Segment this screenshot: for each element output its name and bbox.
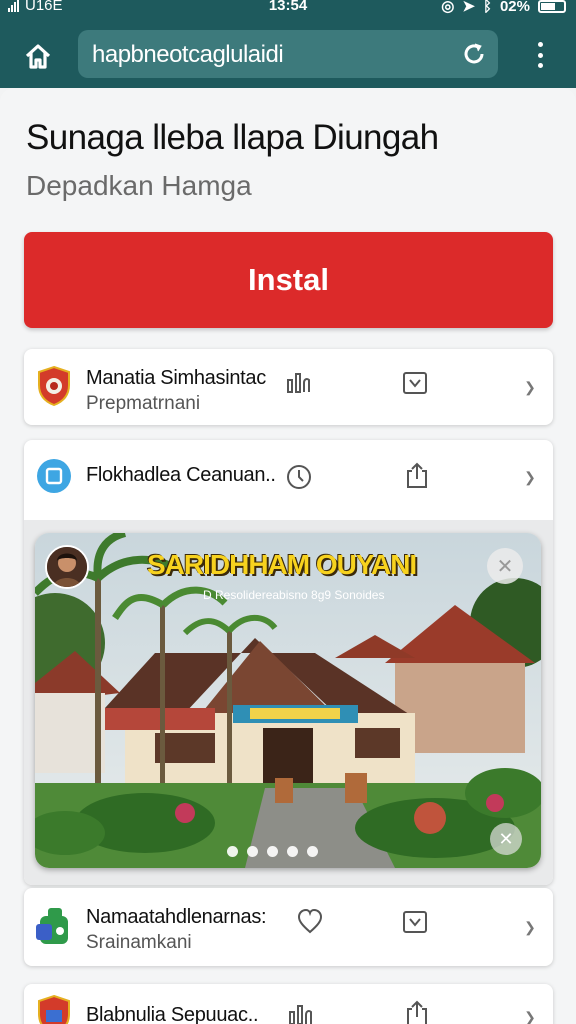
app-shield-icon — [36, 994, 72, 1024]
download-icon[interactable] — [400, 906, 430, 936]
chevron-right-icon[interactable]: ❯ — [523, 919, 537, 935]
share-icon[interactable] — [402, 998, 432, 1024]
chevron-right-icon[interactable]: ❯ — [523, 1009, 537, 1024]
banner-title: SARIDHHAM OUYANI — [147, 549, 417, 580]
url-text: hapbneotcaglulaidi — [92, 41, 284, 68]
promo-banner[interactable]: SARIDHHAM OUYANI D Resolidereabisno 8g9 … — [35, 533, 541, 868]
share-icon[interactable] — [402, 460, 432, 490]
page-title: Sunaga lleba llapa Diungah — [26, 118, 439, 157]
install-button[interactable]: Instal — [24, 232, 553, 328]
rating-icon[interactable] — [284, 367, 314, 397]
address-bar[interactable]: hapbneotcaglulaidi — [78, 30, 498, 78]
page-subtitle: Depadkan Hamga — [26, 170, 252, 201]
home-icon[interactable] — [18, 36, 58, 76]
avatar — [45, 545, 89, 589]
chevron-right-icon[interactable]: ❯ — [523, 379, 537, 395]
battery-icon — [538, 0, 566, 13]
app-name: Namaatahdlenarnas: — [86, 906, 267, 928]
reload-icon[interactable] — [458, 38, 490, 70]
close-icon[interactable]: ✕ — [487, 548, 523, 584]
chevron-right-icon[interactable]: ❯ — [523, 469, 537, 485]
overflow-menu-icon[interactable] — [524, 38, 556, 72]
app-list-item[interactable]: Namaatahdlenarnas: Srainamkani ❯ — [24, 888, 553, 966]
app-subtitle: Prepmatrnani — [86, 393, 201, 414]
banner-image — [35, 533, 541, 868]
download-icon[interactable] — [400, 367, 430, 397]
carousel-dot[interactable] — [227, 846, 238, 857]
favorite-icon[interactable] — [295, 906, 325, 936]
banner-subtitle: D Resolidereabisno 8g9 Sonoides — [203, 588, 385, 602]
carousel-dot[interactable] — [287, 846, 298, 857]
battery-percent: 02% — [499, 0, 530, 15]
app-list-item[interactable]: Blabnulia Sepuuac.. ❯ — [24, 984, 553, 1024]
app-square-icon — [36, 456, 72, 496]
app-list-item[interactable]: Manatia Simhasintac Prepmatrnani ❯ — [24, 349, 553, 425]
status-bar: U16E 13:54 ◎ ➤ ᛒ 02% — [0, 0, 576, 20]
carousel-dot[interactable] — [267, 846, 278, 857]
app-shield-icon — [36, 365, 72, 407]
carousel-dot[interactable] — [247, 846, 258, 857]
app-name: Blabnulia Sepuuac.. — [86, 1004, 259, 1024]
app-name: Flokhadlea Ceanuan.. — [86, 464, 276, 486]
app-subtitle: Srainamkani — [86, 932, 192, 953]
timer-icon[interactable] — [284, 461, 314, 491]
browser-toolbar: U16E 13:54 ◎ ➤ ᛒ 02% hapbneotcaglulaidi — [0, 0, 576, 88]
location-icon: ➤ — [462, 0, 475, 15]
alarm-icon: ◎ — [441, 0, 455, 15]
app-puzzle-icon — [36, 906, 72, 946]
bluetooth-icon: ᛒ — [482, 0, 492, 15]
close-icon[interactable]: ✕ — [490, 823, 522, 855]
app-name: Manatia Simhasintac — [86, 367, 266, 389]
rating-icon[interactable] — [286, 999, 316, 1024]
carousel-indicator[interactable] — [227, 846, 318, 857]
carousel-dot[interactable] — [307, 846, 318, 857]
